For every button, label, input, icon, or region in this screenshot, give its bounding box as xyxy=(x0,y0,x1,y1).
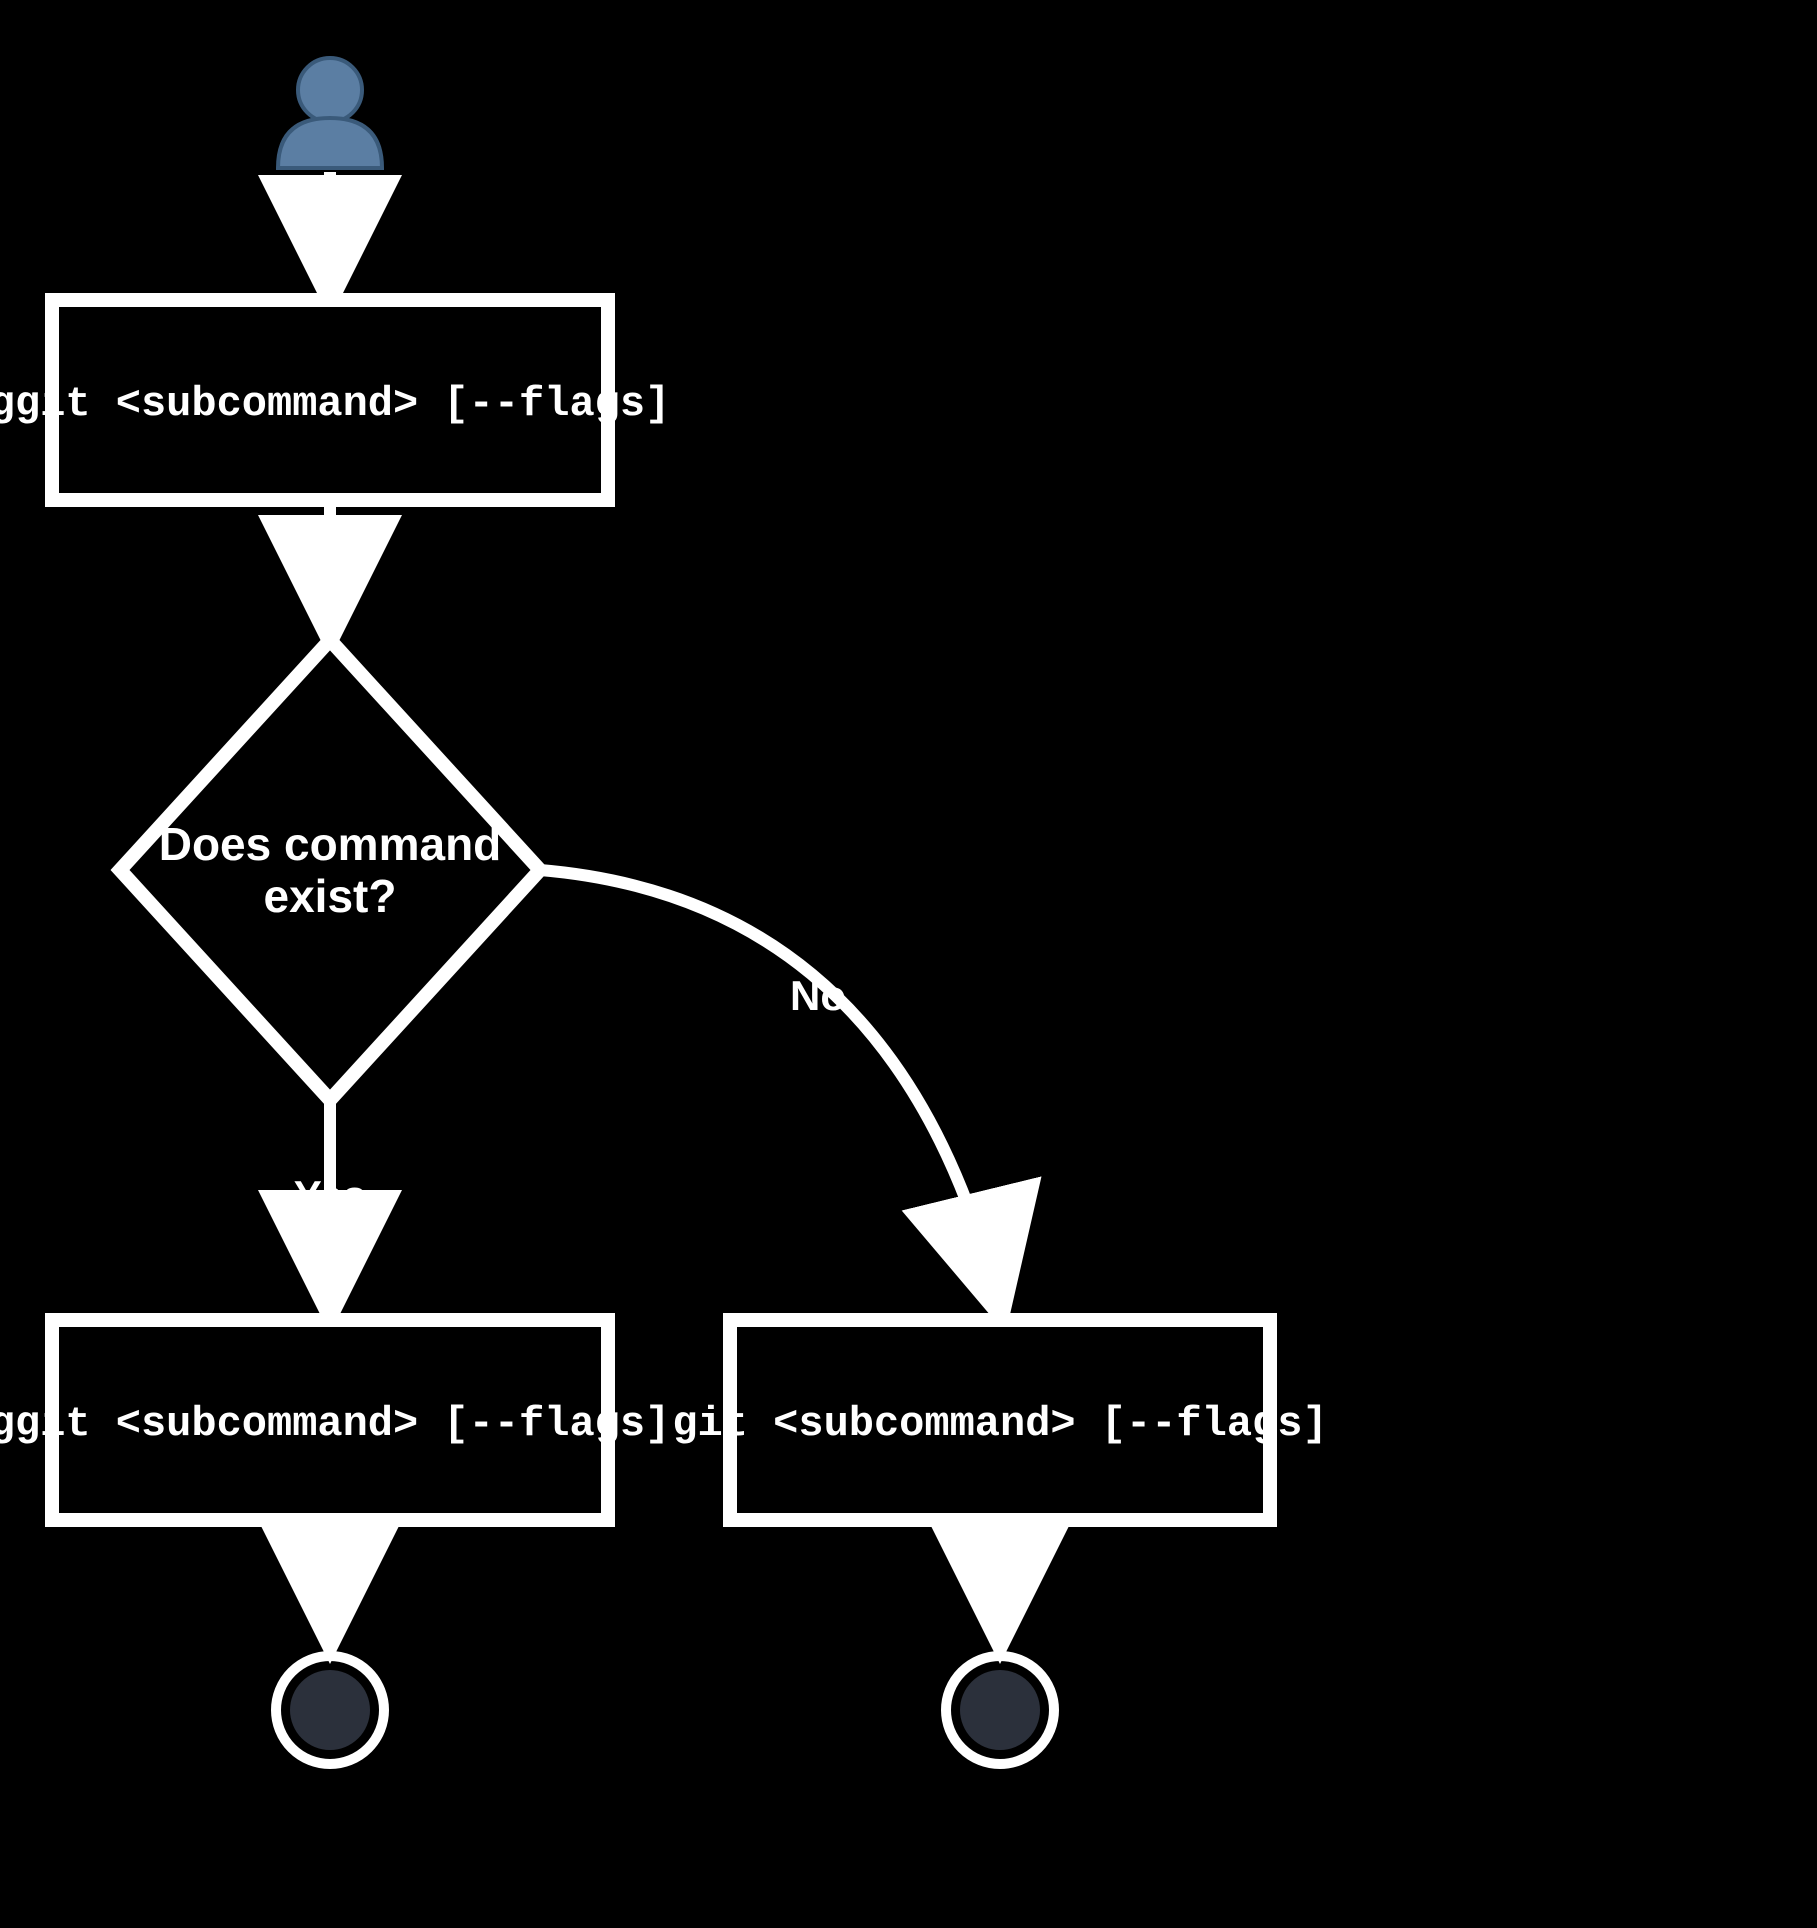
input-command-text: ggit <subcommand> [--flags] xyxy=(0,380,670,428)
no-command-text: git <subcommand> [--flags] xyxy=(672,1400,1327,1448)
edge-label-yes: Yes xyxy=(294,1172,366,1219)
node-decision: Does command exist? xyxy=(120,640,540,1100)
node-no-command: git <subcommand> [--flags] xyxy=(672,1320,1327,1520)
node-input-command: ggit <subcommand> [--flags] xyxy=(0,300,670,500)
end-node-yes xyxy=(276,1656,384,1764)
user-actor-icon xyxy=(278,58,382,168)
decision-text-line1: Does command xyxy=(159,818,502,870)
edge-label-no: No xyxy=(790,972,846,1019)
flowchart-diagram: ggit <subcommand> [--flags] Does command… xyxy=(0,0,1817,1928)
decision-text-line2: exist? xyxy=(264,870,397,922)
edge-decision-no xyxy=(540,870,1000,1310)
yes-command-text: ggit <subcommand> [--flags] xyxy=(0,1400,670,1448)
node-yes-command: ggit <subcommand> [--flags] xyxy=(0,1320,670,1520)
end-node-no xyxy=(946,1656,1054,1764)
